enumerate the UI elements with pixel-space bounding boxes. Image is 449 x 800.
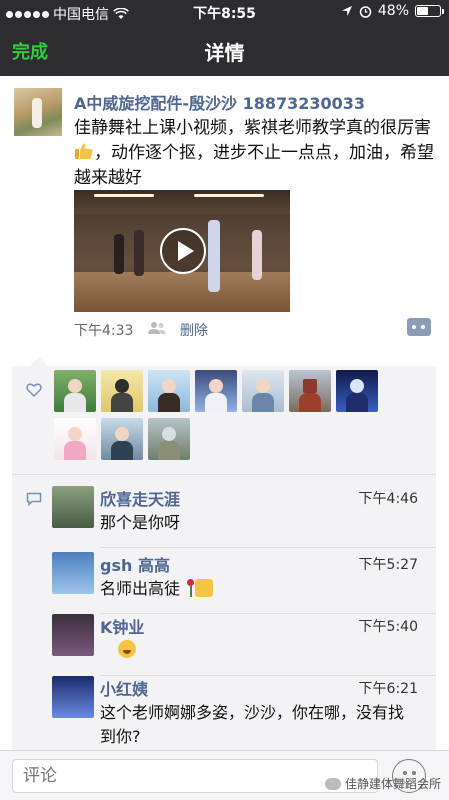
heart-icon	[26, 383, 42, 398]
video-thumbnail[interactable]	[74, 190, 290, 312]
people-icon[interactable]	[148, 321, 166, 335]
author-name[interactable]: A中威旋挖配件-殷沙沙 18873230033	[74, 90, 365, 114]
comment-text: 名师出高徒	[100, 577, 418, 601]
commenter-avatar[interactable]	[52, 486, 94, 528]
commenter-avatar[interactable]	[52, 552, 94, 594]
play-icon[interactable]	[160, 228, 206, 274]
comment-more-icon[interactable]	[407, 318, 431, 336]
comment-time: 下午4:46	[358, 491, 418, 507]
comment-time: 下午6:21	[358, 681, 418, 697]
like-avatar[interactable]	[148, 370, 190, 412]
author-avatar[interactable]	[14, 88, 62, 136]
comment-text: 这个老师婀娜多姿，沙沙，你在哪，没有找到你?	[100, 703, 405, 746]
commenter-name[interactable]: 欣喜走天涯	[100, 486, 180, 510]
comment-text: 那个是你呀	[100, 513, 181, 532]
like-avatar[interactable]	[195, 370, 237, 412]
post-text-part-1: 佳静舞社上课小视频，紫祺老师教学真的很厉害	[74, 118, 431, 138]
comment-item[interactable]: gsh 高高 下午5:27 名师出高徒	[52, 552, 436, 614]
commenter-avatar[interactable]	[52, 614, 94, 656]
moment-post: A中威旋挖配件-殷沙沙 18873230033 佳静舞社上课小视频，紫祺老师教学…	[0, 76, 449, 350]
interaction-panel: 欣喜走天涯 下午4:46 那个是你呀 gsh 高高 下午5:27 名师出高徒 K…	[12, 357, 436, 750]
status-bar: 中国电信 下午8:55 48%	[0, 0, 449, 24]
likes-section	[12, 366, 436, 466]
like-avatar[interactable]	[101, 370, 143, 412]
comment-item[interactable]: 小红姨 下午6:21 这个老师婀娜多姿，沙沙，你在哪，没有找到你?	[52, 676, 436, 750]
commenter-name[interactable]: K钟业	[100, 614, 144, 638]
post-text: 佳静舞社上课小视频，紫祺老师教学真的很厉害 ，动作逐个抠，进步不止一点点，加油，希…	[74, 116, 434, 191]
battery-fill	[417, 7, 428, 15]
like-avatar[interactable]	[54, 370, 96, 412]
comment-input[interactable]	[12, 759, 378, 793]
comment-item[interactable]: K钟业 下午5:40	[52, 614, 436, 676]
commenter-name[interactable]: 小红姨	[100, 676, 148, 700]
thumbs-up-emoji-icon	[195, 579, 214, 597]
like-avatar[interactable]	[289, 370, 331, 412]
comment-time: 下午5:27	[358, 557, 418, 573]
status-right: 48%	[341, 3, 444, 19]
watermark-text: 佳静建体舞蹈会所	[344, 777, 441, 791]
comment-icon	[26, 492, 42, 506]
wechat-icon	[324, 777, 341, 790]
comment-text	[118, 638, 436, 662]
alarm-icon	[359, 5, 372, 18]
grin-emoji-icon	[118, 640, 136, 658]
rose-emoji-icon	[185, 579, 195, 597]
thumbs-up-emoji-icon	[75, 143, 93, 159]
battery-percent: 48%	[377, 3, 409, 19]
post-time: 下午4:33	[74, 323, 134, 339]
comment-item[interactable]: 欣喜走天涯 下午4:46 那个是你呀	[52, 486, 436, 548]
post-text-part-2: ，动作逐个抠，进步不止一点点，加油，希望越来越好	[74, 143, 434, 188]
like-avatar[interactable]	[242, 370, 284, 412]
location-icon	[341, 6, 352, 16]
likes-divider	[12, 474, 436, 475]
like-avatar[interactable]	[101, 418, 143, 460]
like-avatar[interactable]	[54, 418, 96, 460]
like-avatar-list	[54, 370, 390, 460]
battery-icon	[415, 5, 444, 17]
commenter-avatar[interactable]	[52, 676, 94, 718]
page-title: 详情	[204, 41, 245, 65]
like-avatar[interactable]	[336, 370, 378, 412]
comment-input-bar: 佳静建体舞蹈会所	[0, 750, 449, 800]
commenter-name[interactable]: gsh 高高	[100, 552, 170, 576]
comment-text-body: 名师出高徒	[100, 579, 181, 598]
delete-button[interactable]: 删除	[180, 320, 208, 340]
nav-bar: 完成 详情	[0, 24, 449, 76]
like-avatar[interactable]	[148, 418, 190, 460]
comment-time: 下午5:40	[358, 619, 418, 635]
watermark: 佳静建体舞蹈会所	[324, 775, 441, 792]
